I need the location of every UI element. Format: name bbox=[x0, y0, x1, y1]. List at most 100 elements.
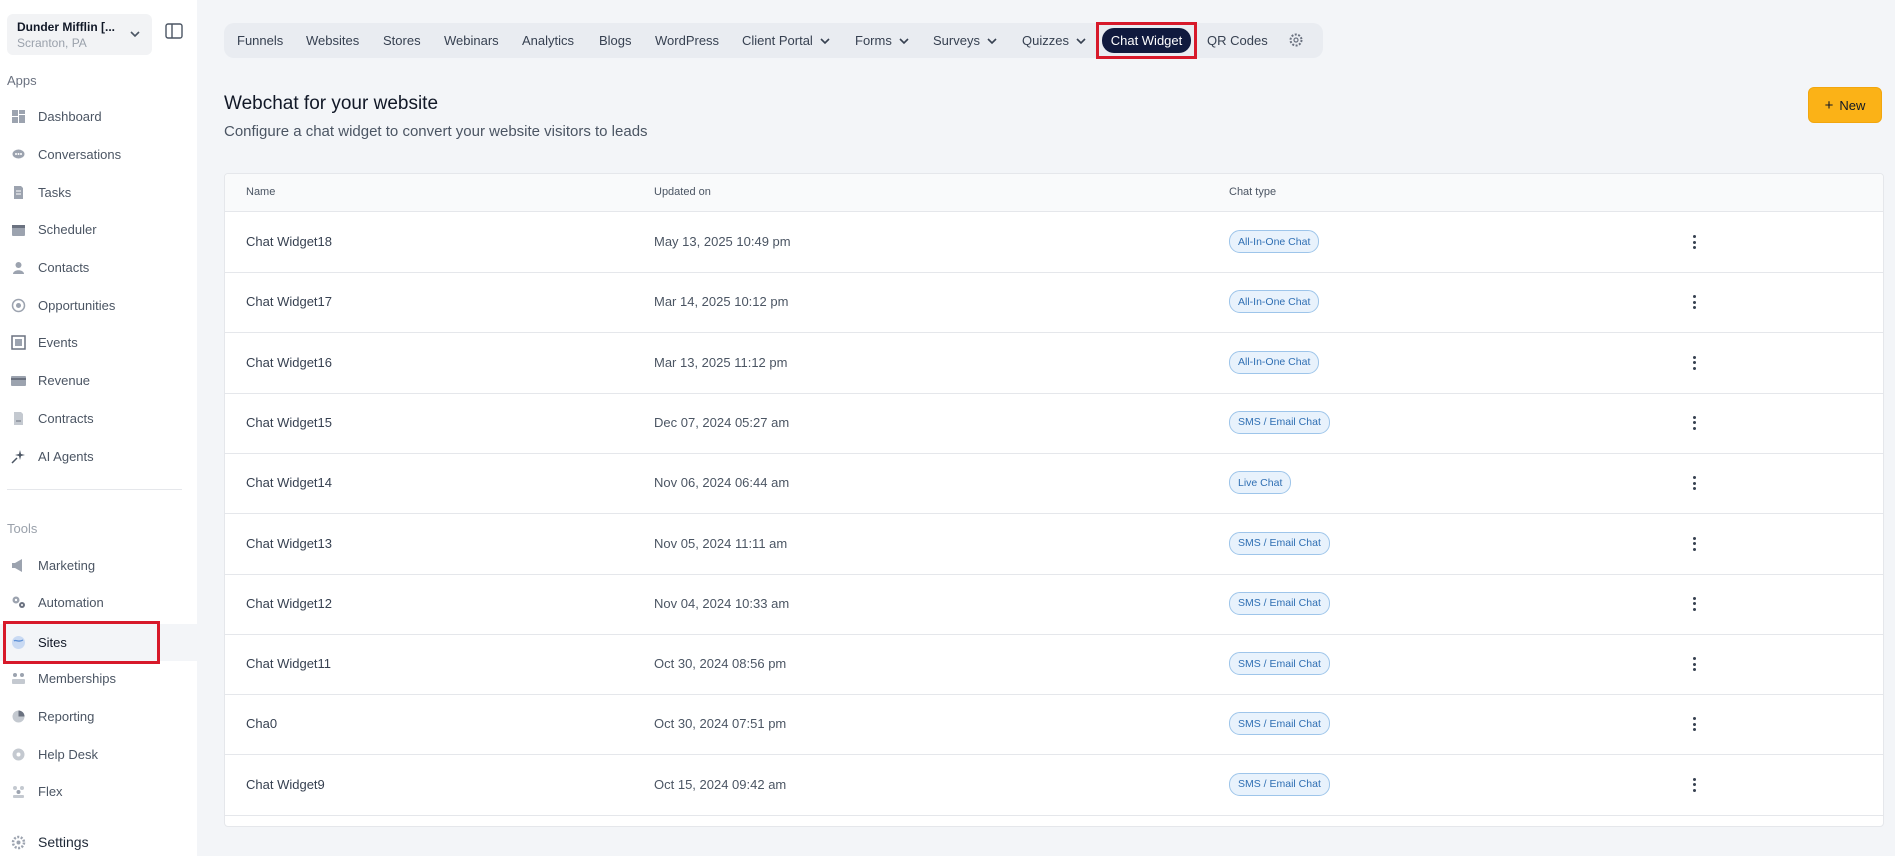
table-row[interactable]: Chat Widget16 Mar 13, 2025 11:12 pm All-In… bbox=[225, 333, 1883, 394]
widget-name[interactable]: Chat Widget14 bbox=[246, 475, 332, 490]
tab-stores[interactable]: Stores bbox=[383, 23, 421, 58]
row-menu-icon[interactable] bbox=[1688, 714, 1700, 734]
help-icon bbox=[11, 747, 26, 762]
table-row[interactable]: Chat Widget14 Nov 06, 2024 06:44 am Live C… bbox=[225, 453, 1883, 515]
sidebar-item-reporting[interactable]: Reporting bbox=[0, 699, 197, 733]
updated-date: Dec 07, 2024 05:27 am bbox=[654, 414, 790, 430]
sidebar-item-revenue[interactable]: Revenue bbox=[0, 363, 197, 397]
sidebar-item-events[interactable]: Events bbox=[0, 325, 197, 359]
widget-name[interactable]: Chat Widget15 bbox=[246, 415, 332, 430]
target-icon bbox=[11, 298, 26, 313]
table-row[interactable]: Chat Widget12 Nov 04, 2024 10:33 am SMS / … bbox=[225, 574, 1883, 635]
gears-icon bbox=[11, 595, 26, 610]
tab-label: Funnels bbox=[237, 33, 284, 48]
pie-icon bbox=[11, 709, 26, 724]
people-icon bbox=[11, 671, 26, 686]
widget-name[interactable]: Chat Widget18 bbox=[246, 234, 332, 249]
sidebar-item-opportunities[interactable]: Opportunities bbox=[0, 288, 197, 322]
tab-label: Surveys bbox=[933, 33, 980, 48]
column-header-type[interactable]: Chat type bbox=[1229, 186, 1276, 198]
tab-blogs[interactable]: Blogs bbox=[599, 23, 632, 58]
sidebar-item-label: Contacts bbox=[38, 259, 90, 275]
widget-name[interactable]: Chat Widget11 bbox=[246, 656, 331, 671]
account-location: Scranton, PA bbox=[17, 36, 87, 50]
sidebar-divider bbox=[7, 489, 182, 490]
sidebar-item-help-desk[interactable]: Help Desk bbox=[0, 737, 197, 771]
tab-label: Stores bbox=[383, 33, 421, 48]
row-menu-icon[interactable] bbox=[1688, 775, 1700, 795]
sidebar-item-label: Tasks bbox=[38, 184, 72, 200]
widget-name[interactable]: Chat Widget13 bbox=[246, 536, 332, 551]
chevron-down-icon bbox=[987, 37, 997, 44]
tab-websites[interactable]: Websites bbox=[306, 23, 359, 58]
tab-label: Websites bbox=[306, 33, 360, 48]
sidebar-item-label: Memberships bbox=[38, 670, 117, 686]
tab-webinars[interactable]: Webinars bbox=[444, 23, 499, 58]
updated-date: May 13, 2025 10:49 pm bbox=[654, 234, 791, 249]
sidebar-item-contracts[interactable]: Contracts bbox=[0, 401, 197, 435]
widget-name[interactable]: Chat Widget9 bbox=[246, 777, 325, 792]
row-menu-icon[interactable] bbox=[1688, 232, 1700, 252]
dashboard-icon bbox=[11, 109, 26, 124]
chat-type-badge: SMS / Email Chat bbox=[1229, 652, 1330, 676]
widget-name[interactable]: Chat Widget16 bbox=[246, 355, 332, 370]
table-header: Name Updated on Chat type bbox=[225, 174, 1883, 212]
sidebar-item-memberships[interactable]: Memberships bbox=[0, 661, 197, 695]
sidebar-item-automation[interactable]: Automation bbox=[0, 585, 197, 619]
sidebar-item-label: Settings bbox=[38, 834, 89, 850]
widget-name[interactable]: Chat Widget12 bbox=[246, 596, 332, 611]
table-row[interactable]: Chat Widget17 Mar 14, 2025 10:12 pm All-In… bbox=[225, 272, 1883, 334]
tab-client-portal[interactable]: Client Portal bbox=[742, 23, 830, 58]
account-name: Dunder Mifflin [... bbox=[17, 20, 115, 34]
row-menu-icon[interactable] bbox=[1688, 534, 1700, 554]
row-menu-icon[interactable] bbox=[1688, 473, 1700, 493]
sidebar-item-contacts[interactable]: Contacts bbox=[0, 250, 197, 284]
tab-label: Forms bbox=[855, 33, 892, 48]
new-widget-button[interactable]: + New bbox=[1808, 87, 1882, 123]
row-menu-icon[interactable] bbox=[1688, 594, 1700, 614]
table-row[interactable]: Chat Widget13 Nov 05, 2024 11:11 am SMS / … bbox=[225, 514, 1883, 575]
megaphone-icon bbox=[11, 558, 26, 573]
person-icon bbox=[11, 260, 26, 275]
table-row[interactable]: Cha0 Oct 30, 2024 07:51 pm SMS / Email Cha… bbox=[225, 694, 1883, 756]
sidebar-item-ai-agents[interactable]: AI Agents bbox=[0, 439, 197, 473]
sidebar-item-conversations[interactable]: Conversations bbox=[0, 137, 197, 171]
sidebar-item-label: Scheduler bbox=[38, 221, 97, 237]
tab-quizzes[interactable]: Quizzes bbox=[1022, 23, 1086, 58]
document-icon bbox=[11, 185, 26, 200]
sidebar-item-label: Conversations bbox=[38, 146, 122, 162]
updated-date: Oct 30, 2024 07:51 pm bbox=[654, 716, 787, 732]
row-menu-icon[interactable] bbox=[1688, 353, 1700, 373]
tab-analytics[interactable]: Analytics bbox=[522, 23, 574, 58]
tab-funnels[interactable]: Funnels bbox=[237, 23, 283, 58]
sidebar-item-tasks[interactable]: Tasks bbox=[0, 175, 197, 209]
widget-name[interactable]: Chat Widget17 bbox=[246, 294, 332, 309]
table-row[interactable]: Chat Widget15 Dec 07, 2024 05:27 am SMS / … bbox=[225, 393, 1883, 454]
widget-name[interactable]: Cha0 bbox=[246, 716, 277, 731]
table-row[interactable]: Chat Widget9 Oct 15, 2024 09:42 am SMS / E… bbox=[225, 755, 1883, 816]
chat-icon bbox=[11, 147, 26, 162]
card-icon bbox=[11, 373, 26, 388]
chat-type-badge: SMS / Email Chat bbox=[1229, 531, 1330, 555]
tab-surveys[interactable]: Surveys bbox=[933, 23, 997, 58]
sidebar-item-scheduler[interactable]: Scheduler bbox=[0, 212, 197, 246]
table-row[interactable]: Chat Widget18 May 13, 2025 10:49 pm All-In… bbox=[225, 212, 1883, 273]
table-row[interactable]: Chat Widget11 Oct 30, 2024 08:56 pm SMS / … bbox=[225, 634, 1883, 696]
sidebar-item-dashboard[interactable]: Dashboard bbox=[0, 99, 197, 133]
column-header-name[interactable]: Name bbox=[246, 186, 275, 198]
chat-type-badge: SMS / Email Chat bbox=[1229, 591, 1330, 615]
sidebar-item-settings[interactable]: Settings bbox=[11, 834, 89, 850]
account-switcher[interactable]: Dunder Mifflin [... Scranton, PA bbox=[7, 14, 152, 55]
column-header-updated[interactable]: Updated on bbox=[654, 186, 711, 198]
row-menu-icon[interactable] bbox=[1688, 654, 1700, 674]
tab-qr-codes[interactable]: QR Codes bbox=[1207, 23, 1268, 58]
sidebar-item-marketing[interactable]: Marketing bbox=[0, 548, 197, 582]
row-menu-icon[interactable] bbox=[1688, 292, 1700, 312]
sidebar-item-label: Help Desk bbox=[38, 746, 98, 762]
tab-forms[interactable]: Forms bbox=[855, 23, 909, 58]
gear-icon[interactable] bbox=[1288, 32, 1304, 48]
sidebar-collapse-icon[interactable] bbox=[165, 23, 183, 39]
row-menu-icon[interactable] bbox=[1688, 413, 1700, 433]
tab-wordpress[interactable]: WordPress bbox=[655, 23, 719, 58]
sidebar-item-flex[interactable]: Flex bbox=[0, 774, 197, 808]
